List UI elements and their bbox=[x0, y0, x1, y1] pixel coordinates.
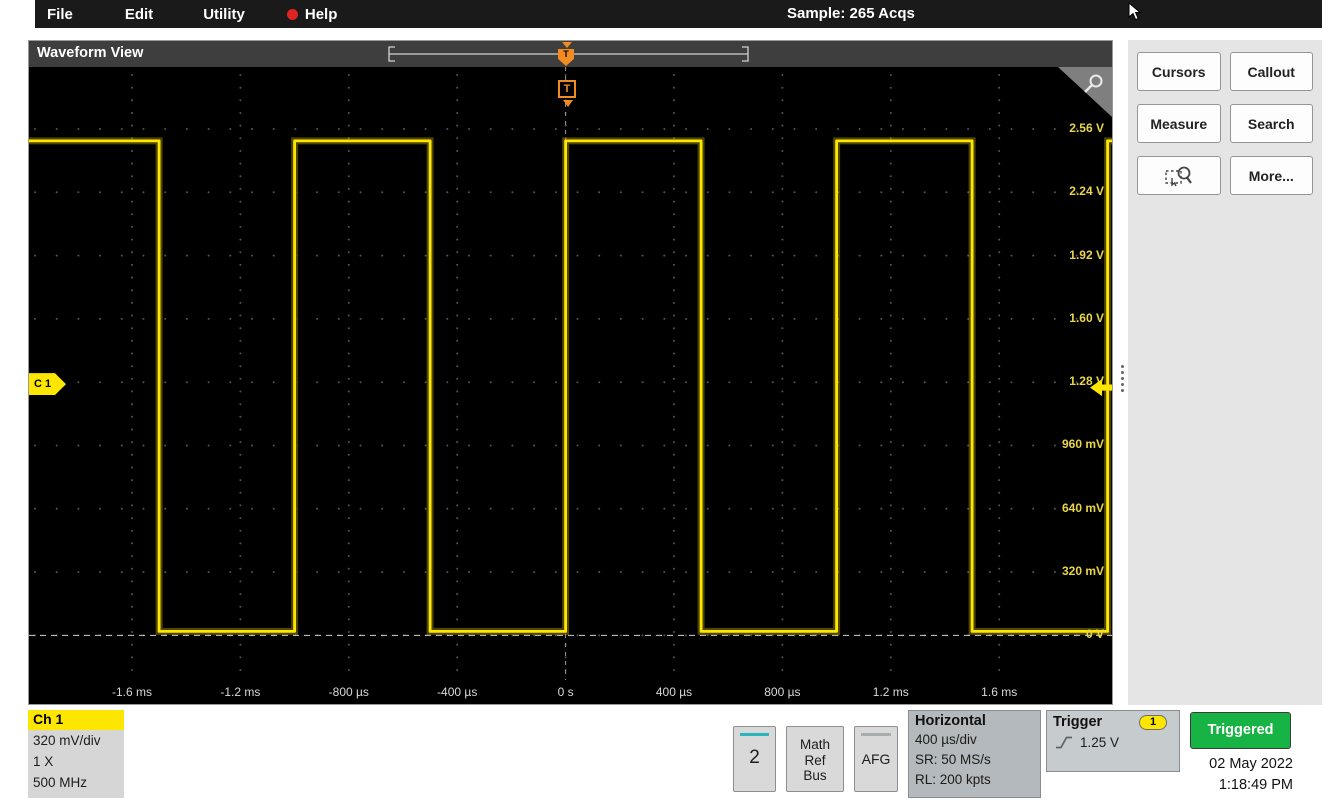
more-button[interactable]: More... bbox=[1230, 156, 1314, 195]
y-axis-label: 640 mV bbox=[1062, 501, 1104, 515]
y-axis-label: 2.56 V bbox=[1069, 121, 1104, 135]
y-axis-label: 1.60 V bbox=[1069, 311, 1104, 325]
horizontal-sample-rate: SR: 50 MS/s bbox=[909, 750, 1040, 770]
horizontal-scale: 400 µs/div bbox=[909, 730, 1040, 750]
channel1-badge-panel[interactable]: Ch 1 320 mV/div 1 X 500 MHz bbox=[28, 710, 124, 798]
channel1-attenuation: 1 X bbox=[28, 751, 124, 772]
right-tool-panel: Cursors Callout Measure Search More... bbox=[1128, 40, 1322, 705]
channel1-scale: 320 mV/div bbox=[28, 730, 124, 751]
waveform-view-panel: Waveform View T T C 1 2.56 V2.24 V1.92 V… bbox=[28, 40, 1113, 705]
x-axis-label: 800 µs bbox=[764, 685, 800, 699]
plot-area[interactable]: T C 1 2.56 V2.24 V1.92 V1.60 V1.28 V960 … bbox=[29, 67, 1112, 704]
trigger-source-badge: 1 bbox=[1139, 715, 1167, 730]
horizontal-settings-panel[interactable]: Horizontal 400 µs/div SR: 50 MS/s RL: 20… bbox=[908, 710, 1041, 798]
trigger-title: Trigger bbox=[1053, 714, 1102, 730]
y-axis-label: 0 V bbox=[1086, 627, 1104, 641]
y-axis-label: 1.92 V bbox=[1069, 248, 1104, 262]
trigger-level-value: 1.25 V bbox=[1080, 735, 1119, 750]
zoom-select-icon bbox=[1164, 164, 1194, 188]
horizontal-record-length: RL: 200 kpts bbox=[909, 770, 1040, 790]
mouse-cursor-icon bbox=[1128, 2, 1142, 26]
math-label: Math bbox=[787, 737, 843, 753]
cursors-button[interactable]: Cursors bbox=[1137, 52, 1221, 91]
trigger-status-badge: Triggered bbox=[1190, 712, 1291, 749]
rising-edge-icon bbox=[1055, 735, 1073, 750]
channel1-label: Ch 1 bbox=[28, 710, 124, 730]
horizontal-title: Horizontal bbox=[909, 711, 1040, 730]
x-axis-label: 0 s bbox=[558, 685, 574, 699]
x-axis-label: -400 µs bbox=[437, 685, 477, 699]
datetime-display: 02 May 2022 1:18:49 PM bbox=[1183, 754, 1293, 796]
time-display: 1:18:49 PM bbox=[1183, 775, 1293, 796]
y-axis-label: 960 mV bbox=[1062, 437, 1104, 451]
afg-button-label: AFG bbox=[862, 751, 891, 767]
measure-button[interactable]: Measure bbox=[1137, 104, 1221, 143]
x-axis-label: 1.2 ms bbox=[873, 685, 909, 699]
oscilloscope-app: { "menu": { "items": ["File", "Edit", "U… bbox=[0, 0, 1330, 808]
date-display: 02 May 2022 bbox=[1183, 754, 1293, 775]
bottom-status-bar: Ch 1 320 mV/div 1 X 500 MHz 2 Math Ref B… bbox=[0, 705, 1330, 808]
afg-button[interactable]: AFG bbox=[854, 726, 898, 792]
y-axis-label: 320 mV bbox=[1062, 564, 1104, 578]
channel1-bandwidth: 500 MHz bbox=[28, 772, 124, 793]
channel2-button[interactable]: 2 bbox=[733, 726, 776, 792]
menu-file[interactable]: File bbox=[47, 6, 73, 23]
x-axis-label: -1.6 ms bbox=[112, 685, 152, 699]
channel2-button-label: 2 bbox=[749, 747, 760, 768]
x-axis-label: 400 µs bbox=[656, 685, 692, 699]
menu-utility[interactable]: Utility bbox=[203, 6, 245, 23]
y-axis-label: 2.24 V bbox=[1069, 184, 1104, 198]
math-ref-bus-button[interactable]: Math Ref Bus bbox=[786, 726, 844, 792]
channel2-color-bar bbox=[740, 733, 769, 736]
zoom-mode-button[interactable] bbox=[1137, 156, 1221, 195]
ref-label: Ref bbox=[787, 753, 843, 769]
bus-label: Bus bbox=[787, 768, 843, 784]
afg-color-bar bbox=[861, 733, 891, 736]
menu-edit[interactable]: Edit bbox=[125, 6, 153, 23]
trigger-settings-panel[interactable]: Trigger 1 1.25 V bbox=[1046, 710, 1180, 772]
x-axis-label: -800 µs bbox=[329, 685, 369, 699]
trigger-position-tick-icon bbox=[562, 42, 572, 48]
acquisition-status: Sample: 265 Acqs bbox=[787, 5, 915, 22]
search-button[interactable]: Search bbox=[1230, 104, 1314, 143]
x-axis-label: -1.2 ms bbox=[220, 685, 260, 699]
waveform-canvas[interactable] bbox=[29, 67, 1112, 704]
panel-splitter-handle[interactable] bbox=[1119, 362, 1125, 395]
trigger-flag-arrow-icon bbox=[563, 100, 573, 107]
x-axis-label: 1.6 ms bbox=[981, 685, 1017, 699]
waveform-view-header: Waveform View T bbox=[29, 41, 1112, 67]
record-dot-icon bbox=[287, 9, 298, 20]
menu-help[interactable]: Help bbox=[287, 6, 338, 23]
callout-button[interactable]: Callout bbox=[1230, 52, 1314, 91]
trigger-flag-icon[interactable]: T bbox=[558, 80, 576, 98]
menu-help-label: Help bbox=[305, 6, 338, 23]
